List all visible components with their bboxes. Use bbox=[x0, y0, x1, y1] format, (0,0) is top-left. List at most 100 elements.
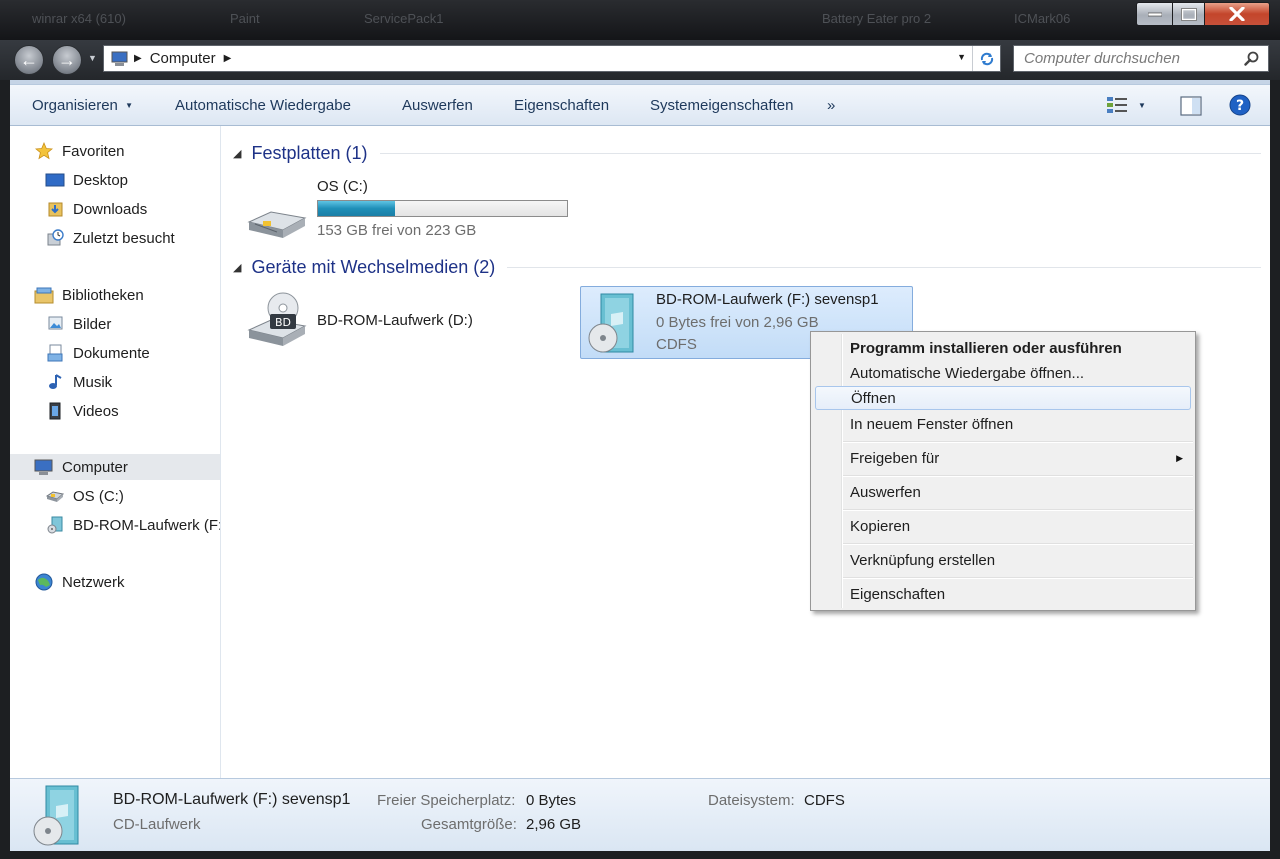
music-icon bbox=[45, 373, 65, 391]
nav-drive-c[interactable]: OS (C:) bbox=[10, 483, 220, 509]
nav-favorites[interactable]: Favoriten bbox=[10, 138, 220, 164]
drive-usage-fill bbox=[318, 201, 396, 216]
nav-desktop[interactable]: Desktop bbox=[10, 167, 220, 193]
menu-item-autoplay[interactable]: Automatische Wiedergabe öffnen... bbox=[815, 361, 1191, 385]
group-divider bbox=[507, 267, 1261, 268]
menu-item-install-or-run[interactable]: Programm installieren oder ausführen bbox=[815, 336, 1191, 360]
drive-name: BD-ROM-Laufwerk (F:) sevensp1 bbox=[656, 291, 879, 308]
navigation-pane: Favoriten Desktop Downloads Zuletzt besu… bbox=[10, 126, 221, 778]
arrow-left-icon: ← bbox=[20, 49, 38, 70]
downloads-folder-icon bbox=[45, 200, 65, 218]
system-properties-button[interactable]: Systemeigenschaften bbox=[650, 97, 793, 114]
change-view-button[interactable]: ▼ bbox=[1106, 96, 1146, 114]
nav-documents[interactable]: Dokumente bbox=[10, 340, 220, 366]
menu-item-open[interactable]: Öffnen bbox=[815, 386, 1191, 410]
refresh-button[interactable] bbox=[972, 46, 1000, 71]
drive-usage-bar bbox=[317, 200, 568, 217]
desktop-icon bbox=[45, 171, 65, 189]
menu-separator bbox=[843, 543, 1193, 545]
close-button[interactable] bbox=[1204, 2, 1270, 26]
nav-music[interactable]: Musik bbox=[10, 369, 220, 395]
collapse-triangle-icon[interactable]: ◢ bbox=[233, 261, 241, 274]
breadcrumb-separator-icon[interactable]: ▶ bbox=[134, 53, 142, 64]
hard-drive-icon bbox=[247, 211, 307, 238]
nav-label: Netzwerk bbox=[62, 573, 125, 591]
autoplay-button[interactable]: Automatische Wiedergabe bbox=[175, 97, 351, 114]
preview-pane-button[interactable] bbox=[1180, 96, 1202, 120]
details-fs-value: CDFS bbox=[804, 792, 845, 809]
address-history-dropdown[interactable]: ▼ bbox=[957, 52, 966, 62]
nav-downloads[interactable]: Downloads bbox=[10, 196, 220, 222]
nav-drive-f[interactable]: BD-ROM-Laufwerk (F:) bbox=[10, 512, 221, 538]
organize-button[interactable]: Organisieren ▼ bbox=[32, 97, 133, 114]
command-bar: Organisieren ▼ Automatische Wiedergabe A… bbox=[10, 84, 1270, 126]
drive-name: OS (C:) bbox=[317, 178, 368, 195]
menu-item-share-with[interactable]: Freigeben für ▶ bbox=[815, 446, 1191, 470]
recent-places-icon bbox=[45, 229, 65, 247]
bd-rom-drive-icon: BD bbox=[247, 292, 307, 346]
menu-item-label: Freigeben für bbox=[850, 449, 940, 467]
nav-recent-places[interactable]: Zuletzt besucht bbox=[10, 225, 220, 251]
nav-videos[interactable]: Videos bbox=[10, 398, 220, 424]
address-bar[interactable]: ▶ Computer ▶ ▼ bbox=[103, 45, 1001, 72]
more-commands-button[interactable]: » bbox=[827, 97, 835, 114]
title-bar: winrar x64 (610) Paint ServicePack1 Batt… bbox=[0, 0, 1280, 40]
nav-label: BD-ROM-Laufwerk (F:) bbox=[73, 516, 221, 534]
nav-label: Musik bbox=[73, 373, 113, 391]
nav-label: Desktop bbox=[73, 171, 129, 189]
menu-item-eject[interactable]: Auswerfen bbox=[815, 480, 1191, 504]
nav-label: Bibliotheken bbox=[62, 286, 144, 304]
window-frame bbox=[0, 80, 10, 859]
taskbar-ghost-label: ICMark06 bbox=[1014, 11, 1071, 26]
star-icon bbox=[34, 142, 54, 160]
breadcrumb-separator-icon[interactable]: ▶ bbox=[224, 53, 232, 64]
menu-item-copy[interactable]: Kopieren bbox=[815, 514, 1191, 538]
computer-icon bbox=[111, 51, 128, 66]
chevron-down-icon: ▼ bbox=[1138, 100, 1146, 110]
details-pane: BD-ROM-Laufwerk (F:) sevensp1 CD-Laufwer… bbox=[10, 778, 1270, 851]
arrow-right-icon: → bbox=[58, 49, 76, 70]
maximize-button[interactable] bbox=[1172, 2, 1205, 26]
maximize-icon bbox=[1180, 7, 1197, 21]
nav-label: Downloads bbox=[73, 200, 148, 218]
menu-item-create-shortcut[interactable]: Verknüpfung erstellen bbox=[815, 548, 1191, 572]
forward-button[interactable]: → bbox=[52, 45, 82, 75]
menu-separator bbox=[843, 509, 1193, 511]
nav-pictures[interactable]: Bilder bbox=[10, 311, 220, 337]
menu-separator bbox=[843, 475, 1193, 477]
nav-network[interactable]: Netzwerk bbox=[10, 569, 220, 595]
submenu-arrow-icon: ▶ bbox=[1176, 452, 1183, 463]
collapse-triangle-icon[interactable]: ◢ bbox=[233, 147, 241, 160]
breadcrumb-computer[interactable]: Computer bbox=[150, 50, 216, 67]
drive-c-tile[interactable]: OS (C:) 153 GB frei von 223 GB bbox=[245, 176, 575, 246]
menu-item-properties[interactable]: Eigenschaften bbox=[815, 582, 1191, 606]
videos-icon bbox=[45, 402, 65, 420]
back-button[interactable]: ← bbox=[14, 45, 44, 75]
properties-button[interactable]: Eigenschaften bbox=[514, 97, 609, 114]
window-frame bbox=[1270, 80, 1280, 859]
group-header-hard-disks[interactable]: ◢ Festplatten (1) bbox=[233, 143, 1261, 164]
nav-computer[interactable]: Computer bbox=[10, 454, 220, 480]
menu-item-open-new-window[interactable]: In neuem Fenster öffnen bbox=[815, 412, 1191, 436]
drive-d-tile[interactable]: BD BD-ROM-Laufwerk (D:) bbox=[245, 290, 545, 356]
dvd-disc-icon bbox=[33, 785, 79, 846]
documents-icon bbox=[45, 344, 65, 362]
nav-label: Dokumente bbox=[73, 344, 150, 362]
search-input[interactable] bbox=[1022, 49, 1246, 68]
search-icon[interactable] bbox=[1244, 51, 1260, 67]
help-button[interactable]: ? bbox=[1229, 94, 1251, 120]
nav-libraries[interactable]: Bibliotheken bbox=[10, 282, 220, 308]
menu-separator bbox=[843, 441, 1193, 443]
minimize-icon bbox=[1147, 12, 1162, 17]
refresh-icon bbox=[980, 52, 993, 65]
hard-drive-icon bbox=[45, 487, 65, 505]
group-header-removable[interactable]: ◢ Geräte mit Wechselmedien (2) bbox=[233, 257, 1261, 278]
minimize-button[interactable] bbox=[1136, 2, 1173, 26]
eject-button[interactable]: Auswerfen bbox=[402, 97, 473, 114]
search-box[interactable] bbox=[1013, 45, 1269, 72]
nav-label: Bilder bbox=[73, 315, 112, 333]
recent-pages-dropdown[interactable]: ▼ bbox=[88, 53, 97, 63]
computer-icon bbox=[34, 458, 54, 476]
details-type: CD-Laufwerk bbox=[113, 816, 201, 833]
nav-label: Computer bbox=[62, 458, 128, 476]
